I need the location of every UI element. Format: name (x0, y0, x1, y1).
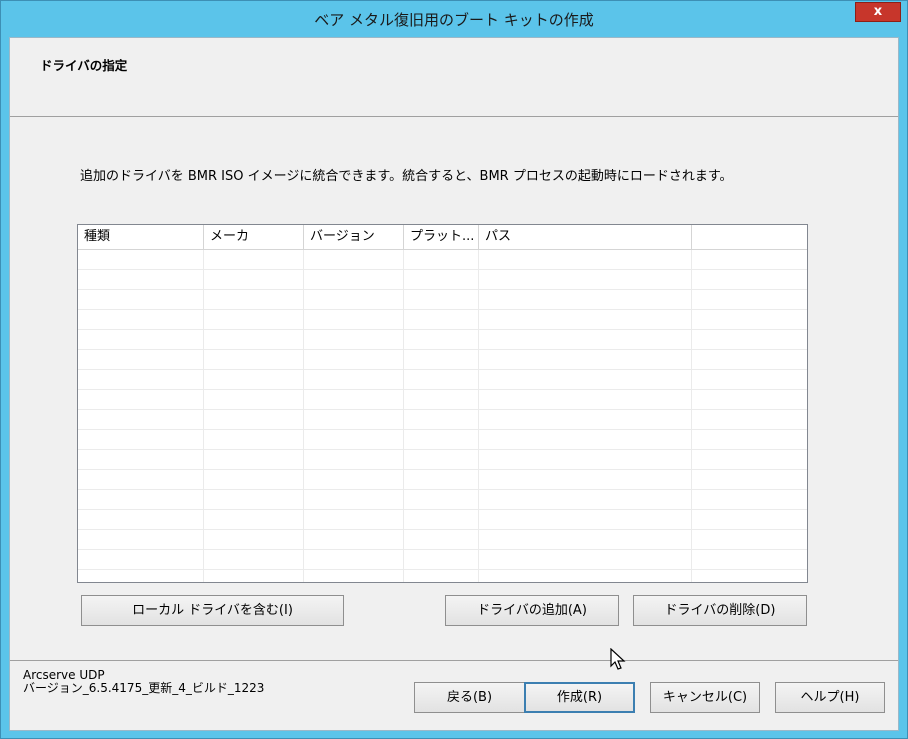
column-header-platform[interactable]: プラット... (404, 225, 479, 249)
table-row (78, 470, 807, 490)
help-button[interactable]: ヘルプ(H) (775, 682, 885, 713)
product-version: バージョン_6.5.4175_更新_4_ビルド_1223 (23, 681, 265, 695)
table-row (78, 290, 807, 310)
wizard-header: ドライバの指定 (10, 38, 898, 117)
add-driver-button[interactable]: ドライバの追加(A) (445, 595, 619, 626)
table-row (78, 410, 807, 430)
remove-driver-button[interactable]: ドライバの削除(D) (633, 595, 807, 626)
page-description: 追加のドライバを BMR ISO イメージに統合できます。統合すると、BMR プ… (80, 169, 733, 184)
column-divider (691, 250, 692, 582)
column-header-vendor[interactable]: メーカ (204, 225, 304, 249)
dialog-client-area: ドライバの指定 追加のドライバを BMR ISO イメージに統合できます。統合す… (9, 37, 899, 731)
column-header-path[interactable]: パス (479, 225, 692, 249)
table-row (78, 330, 807, 350)
table-row (78, 370, 807, 390)
column-header-filler (692, 225, 807, 249)
window-title: ベア メタル復旧用のブート キットの作成 (314, 11, 594, 29)
table-row (78, 570, 807, 582)
table-row (78, 530, 807, 550)
table-row (78, 310, 807, 330)
column-divider (403, 250, 404, 582)
page-title: ドライバの指定 (40, 58, 128, 73)
column-divider (478, 250, 479, 582)
include-local-drivers-button[interactable]: ローカル ドライバを含む(I) (81, 595, 344, 626)
column-header-version[interactable]: バージョン (304, 225, 404, 249)
column-header-type[interactable]: 種類 (78, 225, 204, 249)
table-row (78, 550, 807, 570)
table-row (78, 490, 807, 510)
mouse-pointer-icon (610, 648, 626, 670)
column-divider (203, 250, 204, 582)
table-row (78, 250, 807, 270)
table-row (78, 270, 807, 290)
create-button[interactable]: 作成(R) (524, 682, 635, 713)
close-button[interactable]: x (855, 2, 901, 22)
title-bar[interactable]: ベア メタル復旧用のブート キットの作成 x (1, 1, 907, 37)
column-divider (303, 250, 304, 582)
driver-table-body (78, 250, 807, 582)
bmr-bootkit-window: ベア メタル復旧用のブート キットの作成 x ドライバの指定 追加のドライバを … (0, 0, 908, 739)
table-row (78, 350, 807, 370)
table-row (78, 510, 807, 530)
back-button[interactable]: 戻る(B) (414, 682, 525, 713)
table-row (78, 390, 807, 410)
footer-divider (10, 660, 898, 661)
cancel-button[interactable]: キャンセル(C) (650, 682, 760, 713)
driver-table-header: 種類 メーカ バージョン プラット... パス (78, 225, 807, 250)
driver-list-table[interactable]: 種類 メーカ バージョン プラット... パス (77, 224, 808, 583)
table-row (78, 450, 807, 470)
table-row (78, 430, 807, 450)
